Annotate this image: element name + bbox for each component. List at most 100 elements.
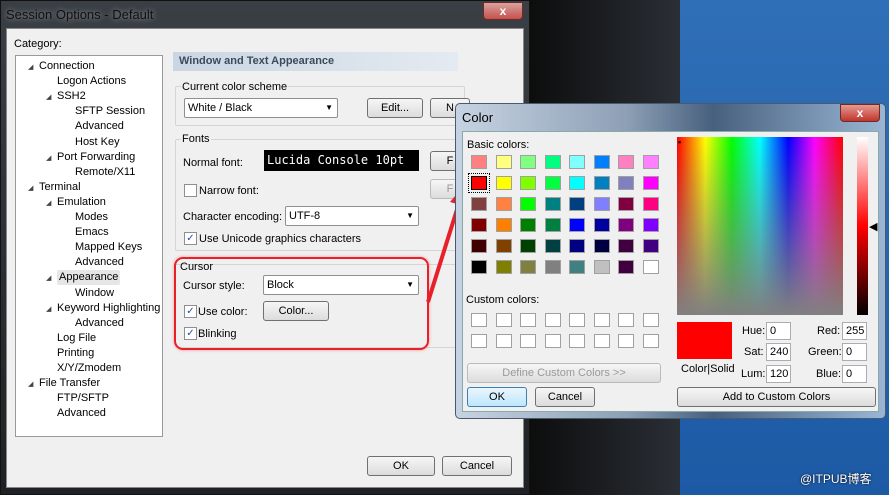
custom-color-swatch[interactable] [471,313,487,327]
basic-color-swatch[interactable] [569,218,585,232]
tree-item[interactable]: Advanced [75,255,124,270]
tree-item[interactable]: Advanced [75,316,124,331]
tree-item[interactable]: Port Forwarding [57,150,135,165]
custom-color-swatch[interactable] [642,334,659,348]
tree-item[interactable]: Advanced [75,119,124,134]
ok-button[interactable]: OK [367,456,435,476]
narrow-font-checkbox[interactable] [184,184,197,197]
expander-icon[interactable]: ◢ [46,274,51,282]
custom-color-swatch[interactable] [520,334,536,348]
basic-color-swatch[interactable] [642,218,659,232]
define-custom-colors-button[interactable]: Define Custom Colors >> [467,363,661,383]
sat-input[interactable]: 240 [766,343,791,361]
custom-color-swatch[interactable] [471,334,487,348]
color-spectrum[interactable] [677,137,843,315]
cancel-button[interactable]: Cancel [442,456,512,476]
basic-color-swatch[interactable] [593,239,610,253]
basic-color-swatch[interactable] [471,239,487,253]
tree-item[interactable]: Advanced [57,406,106,421]
basic-color-swatch[interactable] [569,197,585,211]
tree-item[interactable]: Remote/X11 [75,165,135,180]
basic-color-swatch[interactable] [544,197,561,211]
custom-color-swatch[interactable] [569,313,585,327]
custom-color-swatch[interactable] [544,313,561,327]
tree-item[interactable]: Connection [39,59,95,74]
basic-color-swatch[interactable] [520,260,536,274]
basic-color-swatch[interactable] [520,197,536,211]
hue-input[interactable]: 0 [766,322,791,340]
custom-color-swatch[interactable] [495,313,512,327]
tree-item[interactable]: Logon Actions [57,74,126,89]
tree-item[interactable]: Emulation [57,195,106,210]
tree-item[interactable]: Emacs [75,225,109,240]
basic-color-swatch[interactable] [593,197,610,211]
basic-color-swatch[interactable] [618,260,634,274]
custom-color-swatch[interactable] [618,313,634,327]
basic-color-swatch[interactable] [471,197,487,211]
basic-color-swatch[interactable] [544,260,561,274]
green-input[interactable]: 0 [842,343,867,361]
basic-color-swatch[interactable] [495,155,512,169]
basic-color-swatch[interactable] [520,176,536,190]
custom-color-swatch[interactable] [520,313,536,327]
color-scheme-select[interactable]: White / Black ▼ [184,98,338,118]
lum-input[interactable]: 120 [766,365,791,383]
color-cancel-button[interactable]: Cancel [535,387,595,407]
color-ok-button[interactable]: OK [467,387,527,407]
expander-icon[interactable]: ◢ [46,93,51,101]
basic-color-swatch[interactable] [495,260,512,274]
basic-color-swatch[interactable] [495,176,512,190]
tree-item[interactable]: Keyword Highlighting [57,301,160,316]
custom-color-swatch[interactable] [593,334,610,348]
basic-color-swatch[interactable] [569,239,585,253]
category-tree[interactable]: ◢ Connection Logon Actions ◢ SSH2 SFTP Sessio… [15,55,163,437]
encoding-select[interactable]: UTF-8 ▼ [285,206,419,226]
basic-color-swatch[interactable] [642,197,659,211]
basic-color-swatch[interactable] [618,176,634,190]
close-button[interactable]: x [483,2,523,20]
slider-arrow-icon[interactable]: ◀ [869,220,877,233]
basic-color-swatch[interactable] [569,260,585,274]
basic-color-swatch[interactable] [544,155,561,169]
basic-color-swatch[interactable] [569,155,585,169]
expander-icon[interactable]: ◢ [28,380,33,388]
unicode-checkbox[interactable]: ✓ [184,232,197,245]
tree-item[interactable]: FTP/SFTP [57,391,109,406]
blue-input[interactable]: 0 [842,365,867,383]
basic-color-swatch[interactable] [642,155,659,169]
basic-color-swatch[interactable] [593,218,610,232]
expander-icon[interactable]: ◢ [46,305,51,313]
custom-color-swatch[interactable] [618,334,634,348]
custom-color-swatch[interactable] [495,334,512,348]
basic-color-swatch[interactable] [618,218,634,232]
tree-item[interactable]: Host Key [75,135,120,150]
tree-item[interactable]: Terminal [39,180,81,195]
basic-color-swatch[interactable] [593,260,610,274]
tree-item[interactable]: Mapped Keys [75,240,142,255]
tree-item[interactable]: Window [75,286,114,301]
basic-color-swatch[interactable] [618,197,634,211]
luminance-slider[interactable] [857,137,868,315]
red-input[interactable]: 255 [842,322,867,340]
custom-color-swatch[interactable] [642,313,659,327]
tree-item[interactable]: Log File [57,331,96,346]
basic-color-swatch[interactable] [495,218,512,232]
tree-item[interactable]: File Transfer [39,376,100,391]
basic-color-swatch[interactable] [471,218,487,232]
basic-color-swatch[interactable] [520,218,536,232]
basic-color-swatch[interactable] [593,155,610,169]
color-close-button[interactable]: x [840,104,880,122]
tree-item[interactable]: Printing [57,346,94,361]
expander-icon[interactable]: ◢ [28,184,33,192]
basic-color-swatch[interactable] [520,155,536,169]
basic-color-swatch[interactable] [569,176,585,190]
add-to-custom-colors-button[interactable]: Add to Custom Colors [677,387,876,407]
basic-color-swatch[interactable] [544,176,561,190]
basic-color-swatch[interactable] [593,176,610,190]
basic-color-swatch[interactable] [642,260,659,274]
basic-color-swatch[interactable] [544,218,561,232]
basic-color-swatch[interactable] [468,173,490,193]
basic-color-swatch[interactable] [495,197,512,211]
basic-color-swatch[interactable] [618,155,634,169]
tree-item[interactable]: SFTP Session [75,104,145,119]
